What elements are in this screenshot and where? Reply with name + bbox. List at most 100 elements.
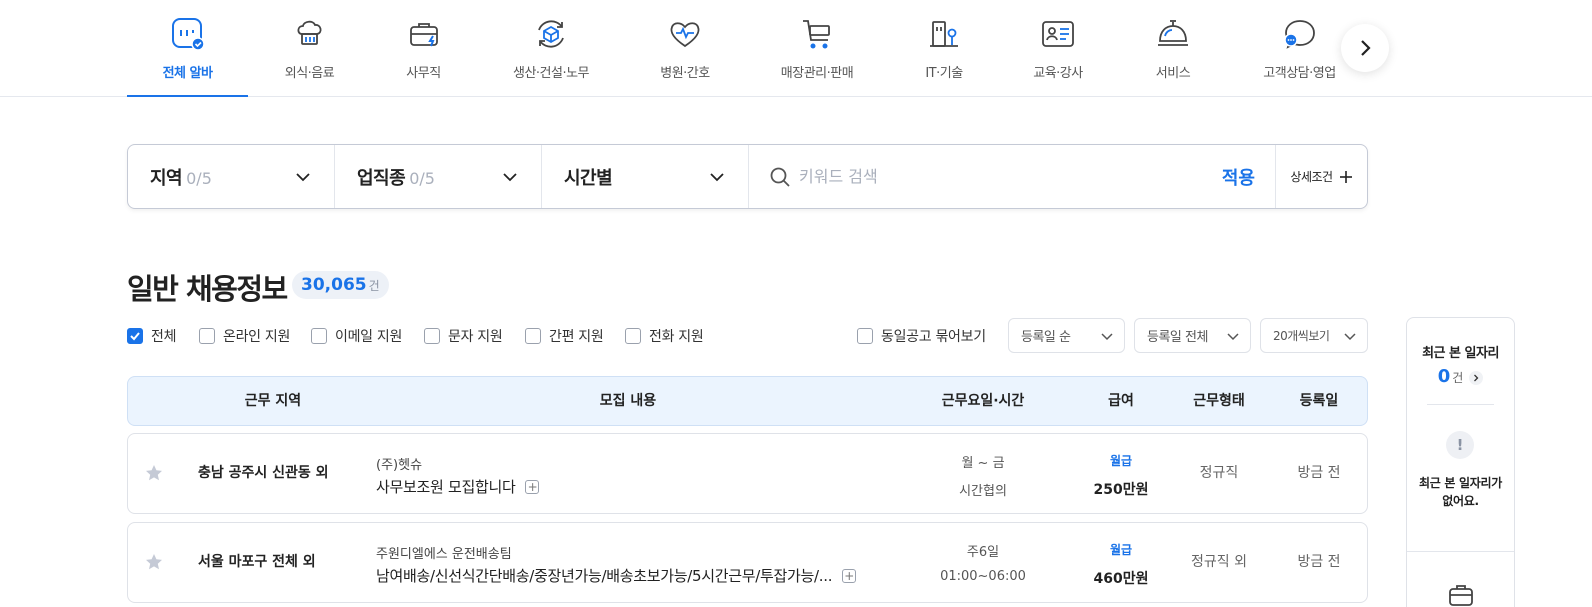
table-row[interactable]: 서울 마포구 전체 외 주원디엘에스 운전배송팀 남여배송/신선식간단배송/중장… (127, 522, 1368, 603)
heart-pulse-icon (665, 14, 705, 54)
recent-jobs-panel: 최근 본 일자리 0 건 ! 최근 본 일자리가 없어요. (1406, 317, 1515, 607)
category-hospital[interactable]: 병원·간호 (630, 0, 740, 96)
checkbox[interactable] (857, 328, 873, 344)
category-label: 외식·음료 (284, 66, 335, 81)
option-label: 동일공고 묶어보기 (881, 329, 986, 345)
plus-icon (1339, 170, 1352, 183)
option-phone-apply[interactable]: 전화 지원 (625, 326, 704, 346)
sort-order-dropdown[interactable]: 등록일 순 (1008, 318, 1125, 353)
region-label: 지역 (150, 167, 183, 189)
row-pay-type: 월급 (1109, 543, 1133, 557)
category-label: 고객상담·영업 (1263, 66, 1336, 81)
building-tech-icon (924, 14, 964, 54)
keyword-input[interactable] (799, 167, 1212, 186)
row-pay: 250만원 (1093, 482, 1149, 498)
table-header: 근무 지역 모집 내용 근무요일·시간 급여 근무형태 등록일 (127, 376, 1368, 426)
region-dropdown[interactable]: 지역 0/5 (128, 145, 335, 208)
industry-dropdown[interactable]: 업직종 0/5 (335, 145, 542, 208)
category-label: 서비스 (1155, 66, 1191, 81)
category-production[interactable]: 생산·건설·노무 (496, 0, 606, 96)
row-pay-type: 월급 (1109, 454, 1133, 468)
category-service[interactable]: 서비스 (1128, 0, 1218, 96)
apply-button[interactable]: 적용 (1212, 145, 1275, 208)
row-work-type: 정규직 외 (1191, 554, 1247, 570)
expand-plus-icon[interactable]: + (842, 568, 857, 583)
id-card-icon (1038, 14, 1078, 54)
star-icon[interactable] (145, 464, 163, 482)
category-education[interactable]: 교육·강사 (1013, 0, 1103, 96)
column-work-type: 근무형태 (1193, 393, 1245, 409)
category-office[interactable]: 사무직 (372, 0, 475, 96)
per-page-value: 20개씩보기 (1273, 329, 1330, 343)
row-location: 서울 마포구 전체 외 (198, 554, 316, 570)
shopping-cart-icon (797, 14, 837, 54)
chevron-down-icon (1344, 332, 1356, 340)
category-next-button[interactable] (1341, 24, 1389, 72)
row-location: 충남 공주시 신관동 외 (198, 465, 329, 481)
row-pay: 460만원 (1093, 571, 1149, 587)
list-title: 일반 채용정보 (127, 272, 288, 306)
category-label: IT·기술 (925, 66, 963, 81)
checkbox-checked[interactable] (127, 328, 143, 344)
checkbox[interactable] (199, 328, 215, 344)
expand-plus-icon[interactable]: + (525, 479, 540, 494)
option-label: 전화 지원 (649, 329, 704, 345)
star-icon[interactable] (145, 553, 163, 571)
category-it-tech[interactable]: IT·기술 (900, 0, 988, 96)
option-label: 간편 지원 (549, 329, 604, 345)
chevron-down-icon (710, 172, 724, 181)
option-label: 이메일 지원 (335, 329, 403, 345)
recent-jobs-count-link[interactable]: 0 건 (1407, 366, 1514, 387)
checkbox[interactable] (424, 328, 440, 344)
checkbox[interactable] (311, 328, 327, 344)
divider (1427, 404, 1494, 405)
category-label: 생산·건설·노무 (512, 66, 590, 81)
option-easy-apply[interactable]: 간편 지원 (525, 326, 604, 346)
row-days: 주6일 (966, 545, 1000, 560)
column-recruit-content: 모집 내용 (599, 393, 657, 409)
chevron-down-icon (296, 172, 310, 181)
industry-label: 업직종 (357, 167, 406, 189)
time-dropdown[interactable]: 시간별 (542, 145, 749, 208)
check-icon (130, 332, 140, 341)
exclamation-icon: ! (1446, 431, 1474, 459)
option-online-apply[interactable]: 온라인 지원 (199, 326, 290, 346)
category-food-beverage[interactable]: 외식·음료 (258, 0, 361, 96)
column-location: 근무 지역 (244, 393, 302, 409)
option-all[interactable]: 전체 (127, 326, 176, 346)
option-email-apply[interactable]: 이메일 지원 (311, 326, 402, 346)
row-title[interactable]: 사무보조원 모집합니다 + (376, 476, 540, 497)
all-jobs-icon (168, 14, 208, 54)
option-group-same[interactable]: 동일공고 묶어보기 (857, 326, 986, 346)
detail-conditions-button[interactable]: 상세조건 (1275, 145, 1367, 208)
column-posted: 등록일 (1299, 393, 1339, 409)
time-label: 시간별 (564, 167, 613, 189)
recent-jobs-count: 0 (1437, 366, 1451, 387)
chevron-down-icon (1101, 332, 1113, 340)
category-label: 교육·강사 (1033, 66, 1083, 81)
column-work-time: 근무요일·시간 (941, 393, 1025, 409)
detail-conditions-label: 상세조건 (1290, 170, 1333, 184)
row-work-type: 정규직 (1199, 465, 1239, 481)
row-title[interactable]: 남여배송/신선식간단배송/중장년가능/배송초보가능/5시간근무/투잡가능/...… (376, 565, 857, 586)
per-page-dropdown[interactable]: 20개씩보기 (1260, 318, 1368, 353)
job-count: 30,065 (301, 275, 367, 295)
category-store-sales[interactable]: 매장관리·판매 (762, 0, 872, 96)
box-cycle-icon (531, 14, 571, 54)
service-bell-icon (1153, 14, 1193, 54)
row-posted: 방금 전 (1297, 465, 1341, 481)
chat-bubble-icon (1280, 14, 1320, 54)
date-range-dropdown[interactable]: 등록일 전체 (1134, 318, 1251, 353)
checkbox[interactable] (625, 328, 641, 344)
option-label: 전체 (151, 329, 177, 345)
option-sms-apply[interactable]: 문자 지원 (424, 326, 503, 346)
checkbox[interactable] (525, 328, 541, 344)
table-row[interactable]: 충남 공주시 신관동 외 (주)헷슈 사무보조원 모집합니다 + 월 ~ 금 시… (127, 433, 1368, 514)
category-label: 병원·간호 (660, 66, 710, 81)
category-customer-sales[interactable]: 고객상담·영업 (1252, 0, 1347, 96)
chevron-down-icon (503, 172, 517, 181)
recent-jobs-count-unit: 건 (1452, 371, 1464, 385)
category-all-jobs[interactable]: 전체 알바 (127, 0, 248, 97)
industry-count: 0/5 (409, 168, 435, 188)
job-count-unit: 건 (368, 279, 380, 293)
